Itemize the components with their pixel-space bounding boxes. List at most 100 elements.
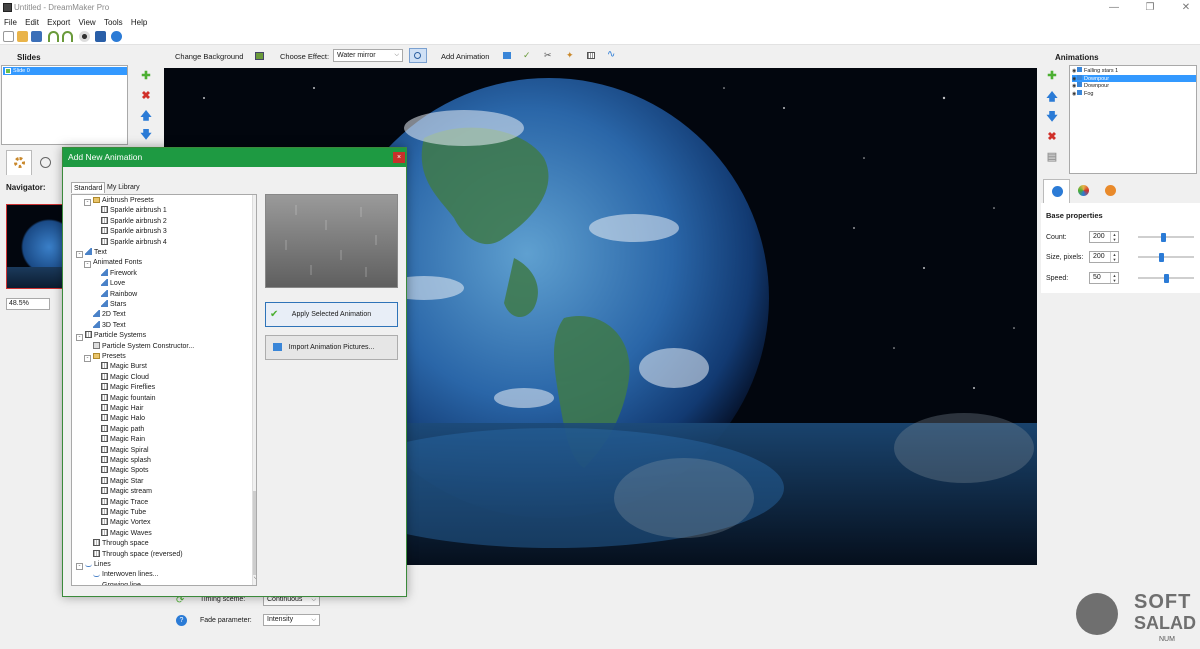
close-icon[interactable]: ✕ [1180, 2, 1192, 14]
menu-help[interactable]: Help [131, 16, 147, 29]
tab-standard[interactable]: Standard [71, 182, 106, 193]
scrollbar-thumb[interactable] [253, 491, 256, 575]
slide-item[interactable]: Slide 0 [3, 67, 127, 75]
tree-item[interactable]: - Text [76, 248, 107, 258]
import-pictures-button[interactable]: Import Animation Pictures... [265, 335, 398, 360]
count-spinner[interactable]: 200 ▲ ▼ [1089, 231, 1119, 243]
dialog-close-button[interactable]: × [393, 152, 405, 163]
tree-item[interactable]: Growing line... [93, 581, 147, 585]
collapse-toggle-icon[interactable]: - [76, 251, 83, 258]
open-folder-icon[interactable] [17, 31, 28, 42]
spin-arrows-icon[interactable]: ▲ ▼ [1110, 232, 1118, 242]
animation-item[interactable]: ◉ Falling stars 1 [1072, 67, 1196, 75]
animation-item-selected[interactable]: ◉ Downpour [1072, 74, 1196, 82]
menu-file[interactable]: File [4, 16, 17, 29]
timer-icon[interactable] [1105, 185, 1116, 196]
tree-item[interactable]: Magic Rain [101, 435, 145, 445]
film-icon[interactable] [95, 31, 106, 42]
spin-arrows-icon[interactable]: ▲ ▼ [1110, 273, 1118, 283]
tree-item[interactable]: 3D Text [93, 320, 126, 331]
brush-icon[interactable]: ✓ [523, 50, 531, 61]
fade-select[interactable]: Intensity ⌵ [263, 614, 320, 626]
info-icon[interactable] [111, 31, 122, 42]
collapse-toggle-icon[interactable]: - [76, 334, 83, 342]
help-icon[interactable]: ? [176, 615, 187, 626]
tree-item[interactable]: Magic stream [101, 487, 152, 497]
tree-item[interactable]: Magic path [101, 424, 144, 435]
menu-tools[interactable]: Tools [104, 16, 123, 29]
tree-item[interactable]: Magic Waves [101, 528, 152, 539]
tree-item[interactable]: Magic Halo [101, 414, 145, 424]
menu-view[interactable]: View [79, 16, 96, 29]
tree-item[interactable]: Sparkle airbrush 1 [101, 206, 167, 216]
collapse-toggle-icon[interactable]: - [84, 261, 91, 269]
spin-arrows-icon[interactable]: ▲ ▼ [1110, 252, 1118, 262]
navigator-thumbnail[interactable] [6, 204, 63, 289]
tree-item[interactable]: Magic Tube [101, 508, 146, 518]
tree-item[interactable]: Magic Fireflies [101, 383, 155, 393]
tree-item[interactable]: - Animated Fonts [84, 258, 142, 269]
menu-export[interactable]: Export [47, 16, 70, 29]
size-slider-thumb[interactable] [1159, 253, 1165, 262]
collapse-toggle-icon[interactable]: - [76, 563, 83, 570]
size-spinner[interactable]: 200 ▲ ▼ [1089, 251, 1119, 263]
new-icon[interactable] [3, 31, 14, 42]
tree-item[interactable]: Love [101, 279, 125, 289]
layers-icon[interactable]: ▤ [1045, 150, 1059, 164]
tab-effects[interactable] [6, 150, 32, 175]
speed-slider-thumb[interactable] [1163, 274, 1169, 283]
film-add-icon[interactable] [503, 52, 511, 59]
tree-item[interactable]: - Lines [76, 560, 111, 570]
scissors-icon[interactable]: ✂ [544, 50, 552, 61]
tree-item[interactable]: Sparkle airbrush 4 [101, 237, 167, 248]
effect-settings-button[interactable] [409, 48, 427, 63]
animation-item[interactable]: ◉ Downpour [1072, 82, 1196, 90]
tree-item[interactable]: Magic Spiral [101, 445, 149, 456]
tree-item[interactable]: Through space (reversed) [93, 549, 183, 560]
move-down-icon[interactable]: 🡇 [1045, 110, 1059, 124]
tree-item[interactable]: Magic Spots [101, 466, 149, 476]
collapse-toggle-icon[interactable]: - [84, 355, 91, 362]
tree-item[interactable]: Magic Hair [101, 404, 143, 414]
tree-item[interactable]: Particle System Constructor... [93, 341, 194, 352]
speed-slider[interactable] [1138, 274, 1194, 283]
animation-item[interactable]: ◉ Fog [1072, 89, 1196, 98]
menu-edit[interactable]: Edit [25, 16, 39, 29]
move-up-icon[interactable]: 🡅 [1045, 90, 1059, 104]
tree-scrollbar[interactable]: ⌵ [252, 195, 256, 585]
tree-item[interactable]: Magic Cloud [101, 372, 149, 383]
tree-item[interactable]: - Presets [84, 352, 126, 362]
tree-item[interactable]: Magic Vortex [101, 518, 150, 528]
tree-item[interactable]: Magic Burst [101, 362, 147, 372]
tree-item[interactable]: Sparkle airbrush 2 [101, 216, 167, 227]
wave-icon[interactable]: ∿ [607, 49, 615, 60]
delete-icon[interactable]: ✖ [139, 89, 153, 103]
tree-item[interactable]: Firework [101, 268, 137, 279]
restore-icon[interactable]: ❐ [1144, 2, 1156, 14]
tree-item[interactable]: - Particle Systems [76, 331, 146, 342]
eye-icon[interactable] [79, 31, 90, 42]
magnet-icon[interactable] [62, 31, 73, 42]
minimize-icon[interactable]: — [1108, 2, 1120, 14]
particles-icon[interactable] [587, 52, 595, 59]
delete-animation-icon[interactable]: ✖ [1045, 130, 1059, 144]
collapse-toggle-icon[interactable]: - [84, 199, 91, 206]
move-up-icon[interactable]: 🡅 [139, 109, 153, 123]
tree-item[interactable]: Through space [93, 539, 149, 549]
tree-item[interactable]: - Airbrush Presets [84, 196, 154, 206]
effect-select[interactable]: Water mirror ⌵ [333, 49, 403, 62]
add-animation-icon[interactable]: ✚ [1045, 69, 1059, 83]
background-icon[interactable] [255, 52, 264, 60]
count-slider[interactable] [1138, 233, 1194, 242]
tree-item[interactable]: Magic fountain [101, 393, 156, 404]
tree-item[interactable]: Interwoven lines... [93, 570, 158, 580]
save-icon[interactable] [31, 31, 42, 42]
tree-item[interactable]: Magic splash [101, 456, 151, 466]
tree-item[interactable]: Stars [101, 300, 126, 310]
tree-item[interactable]: Magic Trace [101, 497, 148, 508]
size-slider[interactable] [1138, 253, 1194, 262]
change-background-button[interactable]: Change Background [175, 52, 243, 61]
count-slider-thumb[interactable] [1160, 233, 1166, 242]
magnet-icon[interactable] [48, 31, 59, 42]
tab-base-properties[interactable] [1043, 179, 1070, 203]
